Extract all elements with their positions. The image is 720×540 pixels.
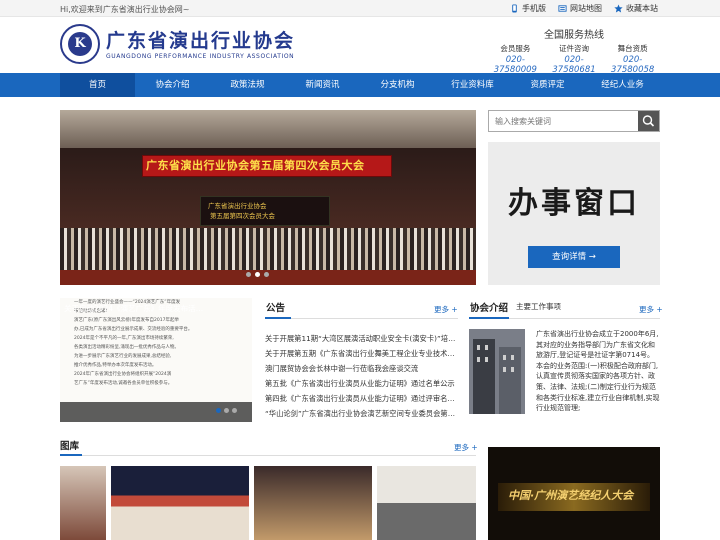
search-input[interactable] — [489, 111, 639, 131]
banner-pagination — [246, 272, 269, 277]
search-icon — [642, 115, 655, 127]
news-document-image: 一年一度的演艺行业盛会——“2024演艺广东”年度发 布活动即将启幕! 演艺广东… — [74, 300, 193, 386]
association-title: 协会介绍 — [470, 303, 509, 314]
hero-banner[interactable]: 广东省演出行业协会第五届第四次会员大会 广东省演出行业协会 第五届第四次会员大会 — [60, 110, 476, 285]
nav-policy[interactable]: 政策法规 — [210, 73, 285, 97]
nav-broker[interactable]: 经纪人业务 — [585, 73, 660, 97]
video-title-text: 中国·广州演艺经纪人大会 — [508, 489, 634, 502]
promo-video[interactable]: 中国·广州演艺经纪人大会 — [488, 447, 660, 540]
notice-list: 关于开展第11期“大湾区展演活动职业安全卡(演安卡)”培训... 关于开展第五期… — [265, 331, 458, 421]
association-more-link[interactable]: 更多 + — [639, 304, 663, 315]
hotline-number: 020-37580009 — [493, 55, 537, 75]
query-details-button[interactable]: 查询详情 → — [528, 246, 620, 268]
service-window-title: 办事窗口 — [508, 186, 640, 221]
news-dot[interactable] — [232, 408, 237, 413]
top-links: 手机版 网站地图 收藏本站 — [510, 3, 658, 14]
sitemap-link[interactable]: 网站地图 — [558, 3, 602, 14]
hotline-label: 舞台资质 — [617, 44, 648, 53]
banner-dot-active[interactable] — [255, 272, 260, 277]
hotline-stage: 舞台资质 020-37580058 — [603, 43, 662, 75]
notice-item[interactable]: 第五批《广东省演出行业演员从业能力证明》通过名单公示 — [265, 376, 458, 391]
mobile-icon — [512, 4, 517, 13]
hotline-number: 020-37580681 — [552, 55, 596, 75]
logo-emblem: K — [60, 24, 100, 64]
nav-branches[interactable]: 分支机构 — [360, 73, 435, 97]
gallery-title: 图库 — [60, 441, 80, 452]
hotline-title: 全国服务热线 — [544, 30, 604, 41]
nav-home[interactable]: 首页 — [60, 73, 135, 97]
association-building-image — [469, 329, 525, 414]
notice-item[interactable]: 第四批《广东省演出行业演员从业能力证明》通过评审名单... — [265, 391, 458, 406]
tab-main-work[interactable]: 主要工作事项 — [516, 301, 561, 312]
hotline-certificate: 证件咨询 020-37580681 — [545, 43, 604, 75]
search-box — [488, 110, 660, 132]
news-dot-active[interactable] — [216, 408, 221, 413]
association-intro-text: 广东省演出行业协会成立于2000年6月,其对应的业务指导部门为广东省文化和旅游厅… — [536, 330, 660, 413]
nav-about[interactable]: 协会介绍 — [135, 73, 210, 97]
mobile-link-label: 手机版 — [522, 4, 546, 13]
site-logo[interactable]: K 广东省演出行业协会 GUANGDONG PERFORMANCE INDUST… — [60, 24, 300, 66]
hotline-member: 会员服务 020-37580009 — [486, 43, 545, 75]
notice-item[interactable]: 澳门展贸协会会长林中谢一行莅临我会座谈交流 — [265, 361, 458, 376]
notice-item[interactable]: 关于开展第11期“大湾区展演活动职业安全卡(演安卡)”培训... — [265, 331, 458, 346]
main-nav: 首页 协会介绍 政策法规 新闻资讯 分支机构 行业资料库 资质评定 经纪人业务 — [0, 73, 720, 97]
gallery-photo-3[interactable] — [254, 466, 372, 540]
service-window-panel: 办事窗口 查询详情 → — [488, 142, 660, 285]
favorite-link-label: 收藏本站 — [626, 4, 658, 13]
top-bar: Hi,欢迎来到广东省演出行业协会网~ 手机版 网站地图 收藏本站 — [0, 0, 720, 17]
nav-database[interactable]: 行业资料库 — [435, 73, 510, 97]
notice-item[interactable]: “华山论剑”广东省演出行业协会演艺新空间专业委员会第一... — [265, 406, 458, 421]
logo-english-name: GUANGDONG PERFORMANCE INDUSTRY ASSOCIATI… — [106, 53, 295, 60]
notice-item[interactable]: 关于开展第五期《广东省演出行业舞美工程企业专业技术能... — [265, 346, 458, 361]
news-caption[interactable]: 关于启动2024《演艺广东》年度发布活动... — [64, 303, 208, 314]
header: K 广东省演出行业协会 GUANGDONG PERFORMANCE INDUST… — [0, 18, 720, 75]
notice-more-link[interactable]: 更多 + — [434, 304, 458, 315]
banner-sub-line1: 广东省演出行业协会 — [208, 202, 267, 210]
banner-dot[interactable] — [246, 272, 251, 277]
news-dot[interactable] — [224, 408, 229, 413]
gallery-photo-2[interactable] — [111, 466, 249, 540]
favorite-link[interactable]: 收藏本站 — [614, 3, 658, 14]
nav-qualification[interactable]: 资质评定 — [510, 73, 585, 97]
star-icon — [614, 4, 623, 13]
banner-screen-title: 广东省演出行业协会第五届第四次会员大会 — [146, 159, 365, 172]
hotline-number: 020-37580058 — [611, 55, 655, 75]
logo-chinese-name: 广东省演出行业协会 — [106, 30, 296, 52]
gallery-photo-4[interactable] — [377, 466, 476, 540]
gallery-photo-1[interactable] — [60, 466, 106, 540]
banner-dot[interactable] — [264, 272, 269, 277]
nav-news[interactable]: 新闻资讯 — [285, 73, 360, 97]
service-hotline: 全国服务热线 会员服务 020-37580009 证件咨询 020-375806… — [486, 26, 662, 75]
gallery-strip — [60, 466, 476, 540]
search-button[interactable] — [638, 111, 659, 131]
sitemap-icon — [558, 5, 567, 12]
news-pagination — [216, 408, 237, 413]
hotline-label: 会员服务 — [500, 44, 531, 53]
notice-title: 公告 — [266, 303, 286, 314]
gallery-more-link[interactable]: 更多 + — [454, 442, 478, 453]
banner-sub-line2: 第五届第四次会员大会 — [210, 212, 275, 220]
hotline-label: 证件咨询 — [559, 44, 589, 53]
sitemap-link-label: 网站地图 — [570, 4, 602, 13]
mobile-link[interactable]: 手机版 — [510, 3, 546, 14]
welcome-text: Hi,欢迎来到广东省演出行业协会网~ — [60, 5, 190, 14]
news-carousel[interactable]: 一年一度的演艺行业盛会——“2024演艺广东”年度发 布活动即将启幕! 演艺广东… — [60, 298, 252, 422]
